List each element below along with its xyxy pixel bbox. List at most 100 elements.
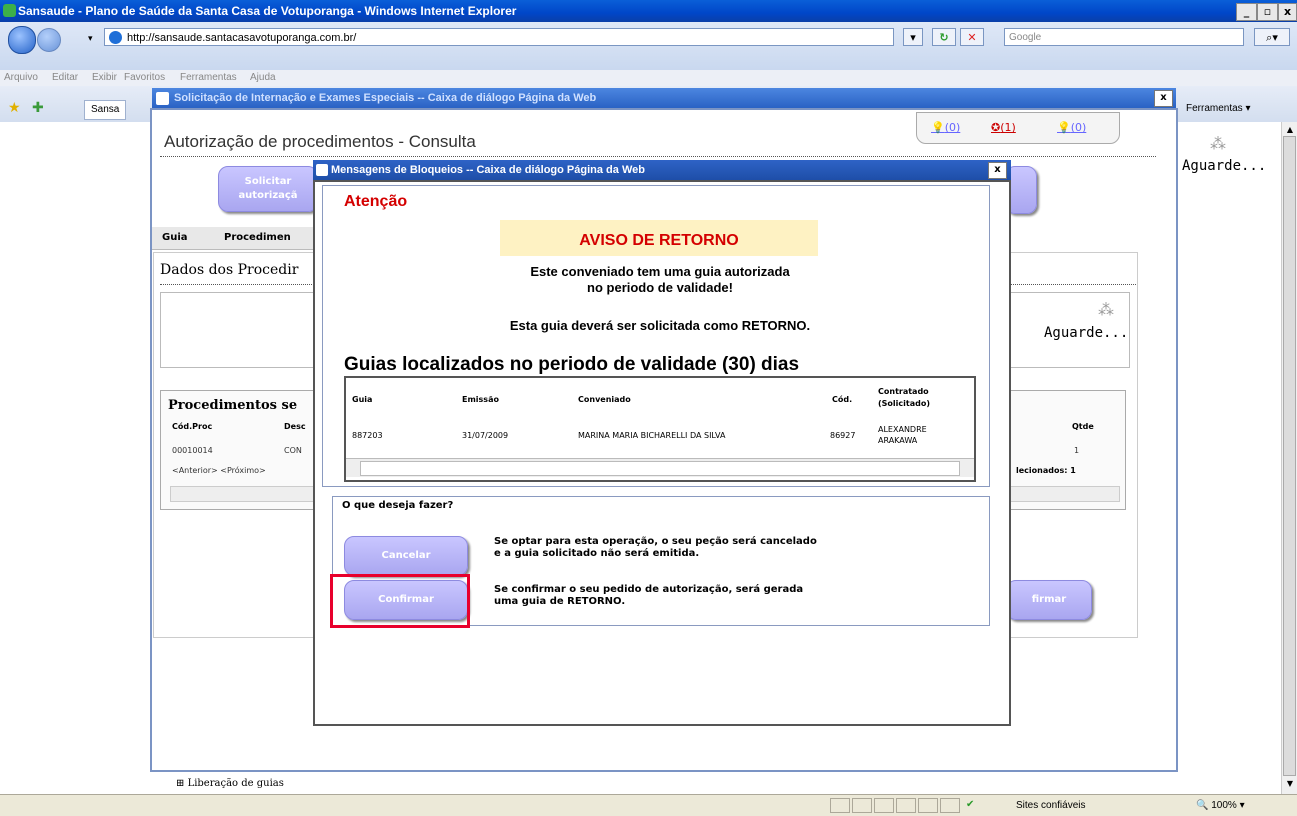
atencao-heading: Atenção (344, 193, 408, 210)
search-icon[interactable]: ⌕▾ (1254, 28, 1290, 46)
paging-links[interactable]: <Anterior> <Próximo> (172, 466, 266, 475)
loading-spinner-icon: ⁂ (1098, 300, 1114, 319)
status-cell (874, 798, 894, 813)
guias-table-scrollbar[interactable] (346, 458, 974, 477)
ie-logo-icon (3, 4, 16, 17)
status-cell (918, 798, 938, 813)
page-title: Autorização de procedimentos - Consulta (164, 132, 476, 151)
search-input[interactable]: Google (1004, 28, 1244, 46)
status-cell (896, 798, 916, 813)
browser-tab[interactable]: Sansa (84, 100, 127, 120)
cell-cod: 86927 (830, 431, 856, 440)
dialog-page-icon (156, 92, 169, 105)
status-bar: ✔ Sites confiáveis 🔍 100% ▾ (0, 794, 1297, 816)
browser-title-bar: Sansaude - Plano de Saúde da Santa Casa … (0, 0, 1297, 22)
proc-cod: 00010014 (172, 446, 213, 455)
cancelar-button[interactable]: Cancelar (344, 536, 468, 576)
minimize-button[interactable]: _ (1236, 3, 1257, 21)
inner-dialog-title: Mensagens de Bloqueios -- Caixa de diálo… (331, 164, 645, 176)
info-count-link[interactable]: 💡(0) (931, 121, 960, 134)
block-count-link[interactable]: ✪(1) (991, 121, 1016, 134)
inner-dialog-close-button[interactable]: x (988, 162, 1007, 179)
header-conveniado: Conveniado (578, 395, 631, 404)
outer-dialog-title-bar: Solicitação de Internação e Exames Espec… (152, 88, 1176, 108)
scroll-down-icon[interactable]: ▼ (1284, 778, 1296, 790)
menu-ferramentas[interactable]: Ferramentas (180, 72, 237, 83)
scroll-up-icon[interactable]: ▲ (1284, 124, 1296, 136)
scroll-thumb[interactable] (1283, 136, 1296, 776)
forward-button[interactable] (37, 28, 61, 52)
page-scrollbar[interactable]: ▲ ▼ (1281, 122, 1297, 794)
dados-section-title: Dados dos Procedir (160, 262, 299, 278)
header-emissao: Emissão (462, 395, 499, 404)
url-input[interactable]: http://sansaude.santacasavotuporanga.com… (104, 28, 894, 46)
confirmar-message-1: Se confirmar o seu pedido de autorização… (494, 584, 804, 595)
loading-label-right: Aguarde... (1182, 158, 1267, 174)
tab-strip: Guia Procedimen (152, 227, 332, 250)
refresh-icon[interactable]: ↻ (932, 28, 956, 46)
add-favorite-icon[interactable]: ✚ (32, 100, 44, 116)
col-qtde: Qtde (1072, 422, 1094, 431)
status-cell (830, 798, 850, 813)
tools-menu-label: Ferramentas (1186, 103, 1243, 114)
status-cell (940, 798, 960, 813)
menu-editar[interactable]: Editar (52, 72, 78, 83)
header-contratado: Contratado (878, 387, 929, 396)
info-count: (0) (944, 121, 961, 134)
proc-qtde: 1 (1074, 446, 1080, 455)
message-line-2: no periodo de validade! (587, 280, 733, 295)
warning-count: (0) (1070, 121, 1087, 134)
scroll-thumb[interactable] (360, 461, 960, 476)
cell-conveniado: MARINA MARIA BICHARELLI DA SILVA (578, 431, 726, 440)
cell-contratado-1: ALEXANDRE (878, 425, 927, 434)
header-cod: Cód. (832, 395, 853, 404)
status-cell (852, 798, 872, 813)
warning-count-link[interactable]: 💡(0) (1057, 121, 1086, 134)
outer-dialog-title: Solicitação de Internação e Exames Espec… (174, 92, 597, 104)
col-descricao: Desc (284, 422, 306, 431)
cancelar-message-2: e a guia solicitado não será emitida. (494, 548, 700, 559)
close-window-button[interactable]: x (1278, 3, 1297, 21)
col-cod-proc: Cód.Proc (172, 422, 213, 431)
maximize-button[interactable]: ▫ (1257, 3, 1278, 21)
url-text: http://sansaude.santacasavotuporanga.com… (127, 32, 357, 44)
liberacao-tree-item[interactable]: ⊞ Liberação de guias (176, 778, 284, 789)
solicitar-autorizacao-button[interactable]: Solicitar autorizaçã (218, 166, 318, 212)
tree-label: Liberação de guias (187, 778, 284, 789)
browser-title: Sansaude - Plano de Saúde da Santa Casa … (18, 4, 517, 18)
guias-title: Guias localizados no periodo de validade… (344, 354, 800, 375)
cell-emissao: 31/07/2009 (462, 431, 509, 440)
loading-spinner-icon: ⁂ (1210, 134, 1226, 153)
back-button[interactable] (8, 26, 36, 54)
url-dropdown-button[interactable]: ▾ (903, 28, 923, 46)
menu-favoritos[interactable]: Favoritos (124, 72, 165, 83)
proc-desc: CON (284, 446, 302, 455)
aviso-banner: AVISO DE RETORNO (500, 220, 818, 256)
cell-contratado-2: ARAKAWA (878, 436, 918, 445)
alert-icons-panel: 💡(0) ✪(1) 💡(0) (916, 112, 1120, 144)
status-zone: Sites confiáveis (1016, 800, 1086, 811)
dialog-page-icon (316, 164, 328, 176)
menu-ajuda[interactable]: Ajuda (250, 72, 276, 83)
confirmar-background-button[interactable]: firmar (1006, 580, 1092, 620)
stop-icon[interactable]: ✕ (960, 28, 984, 46)
question-label: O que deseja fazer? (342, 500, 454, 511)
trusted-sites-icon: ✔ (966, 799, 975, 810)
history-dropdown-icon[interactable]: ▾ (88, 34, 93, 44)
zoom-level[interactable]: 🔍 100% ▾ (1196, 800, 1245, 811)
outer-dialog-close-button[interactable]: x (1154, 90, 1173, 107)
block-count: (1) (1000, 121, 1016, 134)
menu-exibir[interactable]: Exibir (92, 72, 117, 83)
tab-guia[interactable]: Guia (162, 232, 188, 243)
header-solicitado: (Solicitado) (878, 399, 930, 408)
selected-count: lecionados: 1 (1016, 466, 1076, 475)
menu-arquivo[interactable]: Arquivo (4, 72, 38, 83)
favorites-star-icon[interactable]: ★ (8, 100, 21, 116)
tools-menu[interactable]: Ferramentas ▾ (1186, 103, 1251, 114)
message-line-3: Esta guia deverá ser solicitada como RET… (509, 318, 811, 333)
tab-procedimentos[interactable]: Procedimen (224, 232, 291, 243)
message-line-1: Este conveniado tem uma guia autorizada (530, 264, 790, 279)
loading-label: Aguarde... (1044, 325, 1129, 341)
page-icon (109, 31, 122, 44)
inner-dialog-title-bar: Mensagens de Bloqueios -- Caixa de diálo… (313, 160, 1011, 180)
